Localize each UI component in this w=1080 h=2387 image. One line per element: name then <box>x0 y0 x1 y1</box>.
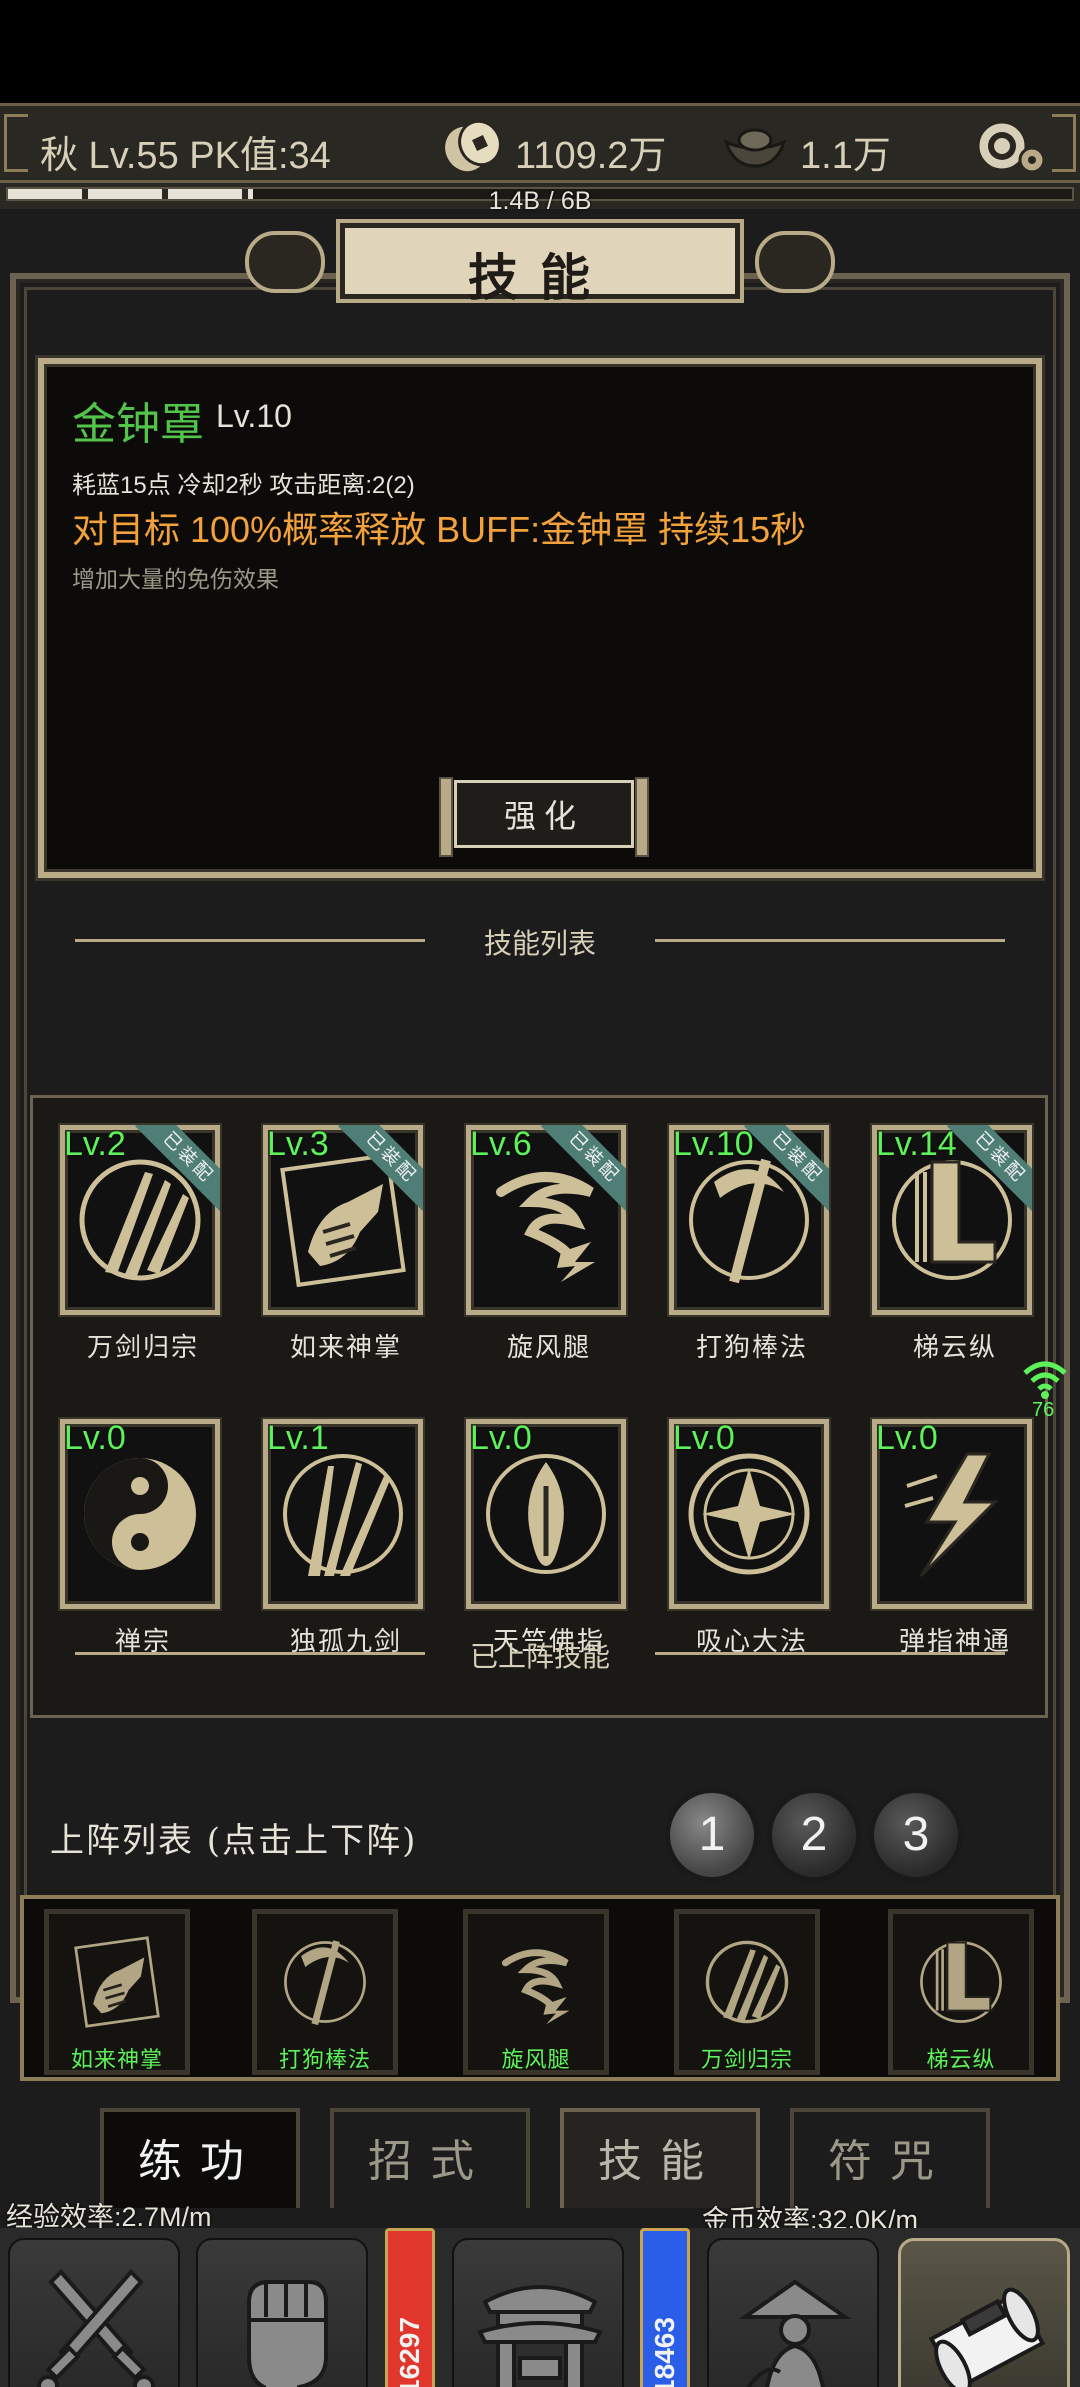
lineup-skill-name: 如来神掌 <box>70 2048 163 2073</box>
wandering-swordsman-icon <box>738 2279 852 2387</box>
lineup-panel: 如来神掌 打狗棒法 旋风腿 万剑归宗 梯云纵 <box>20 1895 1060 2081</box>
nav-character-button[interactable]: 角色 <box>196 2238 368 2387</box>
skill-level: Lv.0 <box>470 1419 532 1457</box>
lineup-skill-name: 万剑归宗 <box>700 2048 793 2073</box>
lineup-page-3-button[interactable]: 3 <box>874 1793 958 1877</box>
lineup-skill-icon <box>901 1922 1021 2042</box>
skill-name: 打狗棒法 <box>695 1333 808 1363</box>
top-resource-bar: 秋 Lv.55 PK值:34 1109.2万 1.1万 <box>0 103 1080 183</box>
skill-detail-stats: 耗蓝15点 冷却2秒 攻击距离:2(2) <box>72 472 415 499</box>
skill-card[interactable]: 已装配 Lv.14 梯云纵 <box>854 1105 1056 1385</box>
fist-icon <box>247 2280 328 2387</box>
equipped-tag: 已装配 <box>134 1125 220 1212</box>
banner-scroll-right <box>755 231 835 293</box>
blue-flag-value: 18463 <box>649 2317 680 2387</box>
wifi-value: 76 <box>1032 1399 1055 1421</box>
lineup-header: 已上阵技能 <box>75 1633 1005 1673</box>
lineup-slot[interactable]: 梯云纵 <box>888 1909 1034 2075</box>
red-flag-value: 16297 <box>394 2317 425 2387</box>
tab-skills[interactable]: 技能 <box>560 2108 760 2208</box>
skill-name: 万剑归宗 <box>86 1333 199 1363</box>
skill-level: Lv.6 <box>470 1125 532 1163</box>
skill-name: 旋风腿 <box>506 1333 591 1363</box>
skill-level: Lv.0 <box>673 1419 735 1457</box>
coin-value: 1109.2万 <box>515 135 667 177</box>
skill-name: 如来神掌 <box>289 1333 402 1363</box>
game-screen: 秋 Lv.55 PK值:34 1109.2万 1.1万 1.4B / 6B 技能… <box>0 103 1080 2387</box>
equipped-ribbon: 已装配 <box>323 1125 423 1225</box>
skill-list-title: 技能列表 <box>483 928 596 959</box>
lineup-skill-icon <box>265 1922 385 2042</box>
frame-corner-left <box>4 114 28 172</box>
equipped-tag: 已装配 <box>337 1125 423 1212</box>
tab-moves[interactable]: 招式 <box>330 2108 530 2208</box>
tab-practice[interactable]: 练功 <box>100 2108 300 2208</box>
skill-level: Lv.10 <box>673 1125 754 1163</box>
skill-detail-level: Lv.10 <box>216 398 292 434</box>
nav-battle-button[interactable]: 战斗 <box>8 2238 180 2387</box>
tab-talismans[interactable]: 符咒 <box>790 2108 990 2208</box>
nav-practice-button[interactable]: 练功 <box>898 2238 1070 2387</box>
skill-level: Lv.0 <box>876 1419 938 1457</box>
lineup-label: 上阵列表 (点击上下阵) <box>50 1821 418 1861</box>
skill-card[interactable]: 已装配 Lv.3 如来神掌 <box>245 1105 447 1385</box>
lineup-slot[interactable]: 打狗棒法 <box>252 1909 398 2075</box>
settings-gear-icon[interactable] <box>970 112 1050 182</box>
player-info[interactable]: 秋 Lv.55 PK值:34 <box>40 124 331 179</box>
crossed-swords-icon <box>37 2269 155 2387</box>
enhance-button[interactable]: 强化 <box>439 777 649 857</box>
skill-level: Lv.1 <box>267 1419 329 1457</box>
skill-level: Lv.14 <box>876 1125 957 1163</box>
lineup-page-1-button[interactable]: 1 <box>670 1793 754 1877</box>
lineup-row: 上阵列表 (点击上下阵) 1 2 3 <box>50 1793 1040 1893</box>
lineup-skill-icon <box>57 1922 177 2042</box>
skill-card[interactable]: 已装配 Lv.10 打狗棒法 <box>651 1105 853 1385</box>
skill-detail-effect: 对目标 100%概率释放 BUFF:金钟罩 持续15秒 <box>72 509 807 550</box>
equipped-ribbon: 已装配 <box>526 1125 626 1225</box>
skill-card[interactable]: 已装配 Lv.2 万剑归宗 <box>42 1105 244 1385</box>
system-status-bar <box>0 0 1080 103</box>
red-team-flag[interactable]: 16297 <box>385 2228 435 2387</box>
copper-coin-icon <box>442 119 502 175</box>
equipped-tag: 已装配 <box>540 1125 626 1212</box>
title-plate: 技能 <box>340 223 740 307</box>
bottom-navigation: 战斗 角色 16297 师门 <box>0 2228 1080 2387</box>
lineup-skill-icon <box>476 1922 596 2042</box>
skill-level: Lv.2 <box>64 1125 126 1163</box>
scroll-icon <box>928 2287 1046 2387</box>
nav-wander-button[interactable]: 闯荡 <box>707 2238 879 2387</box>
skill-level: Lv.0 <box>64 1419 126 1457</box>
equipped-ribbon: 已装配 <box>120 1125 220 1225</box>
lineup-slot[interactable]: 旋风腿 <box>463 1909 609 2075</box>
nav-sect-button[interactable]: 师门 <box>452 2238 624 2387</box>
skill-detail-name: 金钟罩 <box>72 400 204 449</box>
storage-text: 1.4B / 6B <box>488 187 592 215</box>
skill-level: Lv.3 <box>267 1125 329 1163</box>
skill-card[interactable]: 已装配 Lv.6 旋风腿 <box>448 1105 650 1385</box>
lineup-skill-icon <box>687 1922 807 2042</box>
blue-team-flag[interactable]: 18463 <box>640 2228 690 2387</box>
banner-scroll-left <box>245 231 325 293</box>
title-banner: 技能 <box>245 213 835 313</box>
ingot-value: 1.1万 <box>800 135 891 177</box>
equipped-tag: 已装配 <box>743 1125 829 1212</box>
lineup-page-2-button[interactable]: 2 <box>772 1793 856 1877</box>
page-title: 技能 <box>468 248 612 307</box>
lineup-skill-name: 梯云纵 <box>926 2048 996 2073</box>
gold-ingot-icon <box>723 128 787 168</box>
skill-detail-panel: 金钟罩 Lv.10 耗蓝15点 冷却2秒 攻击距离:2(2) 对目标 100%概… <box>38 358 1042 878</box>
skill-list-header: 技能列表 <box>75 920 1005 960</box>
frame-corner-right <box>1052 114 1076 172</box>
lineup-title: 已上阵技能 <box>469 1641 610 1672</box>
lineup-skill-name: 打狗棒法 <box>278 2048 371 2073</box>
temple-gate-icon <box>477 2285 603 2387</box>
lineup-skill-name: 旋风腿 <box>501 2048 571 2073</box>
skill-detail-description: 增加大量的免伤效果 <box>72 566 279 592</box>
lineup-slot[interactable]: 万剑归宗 <box>674 1909 820 2075</box>
equipped-tag: 已装配 <box>946 1125 1032 1212</box>
lineup-slot[interactable]: 如来神掌 <box>44 1909 190 2075</box>
